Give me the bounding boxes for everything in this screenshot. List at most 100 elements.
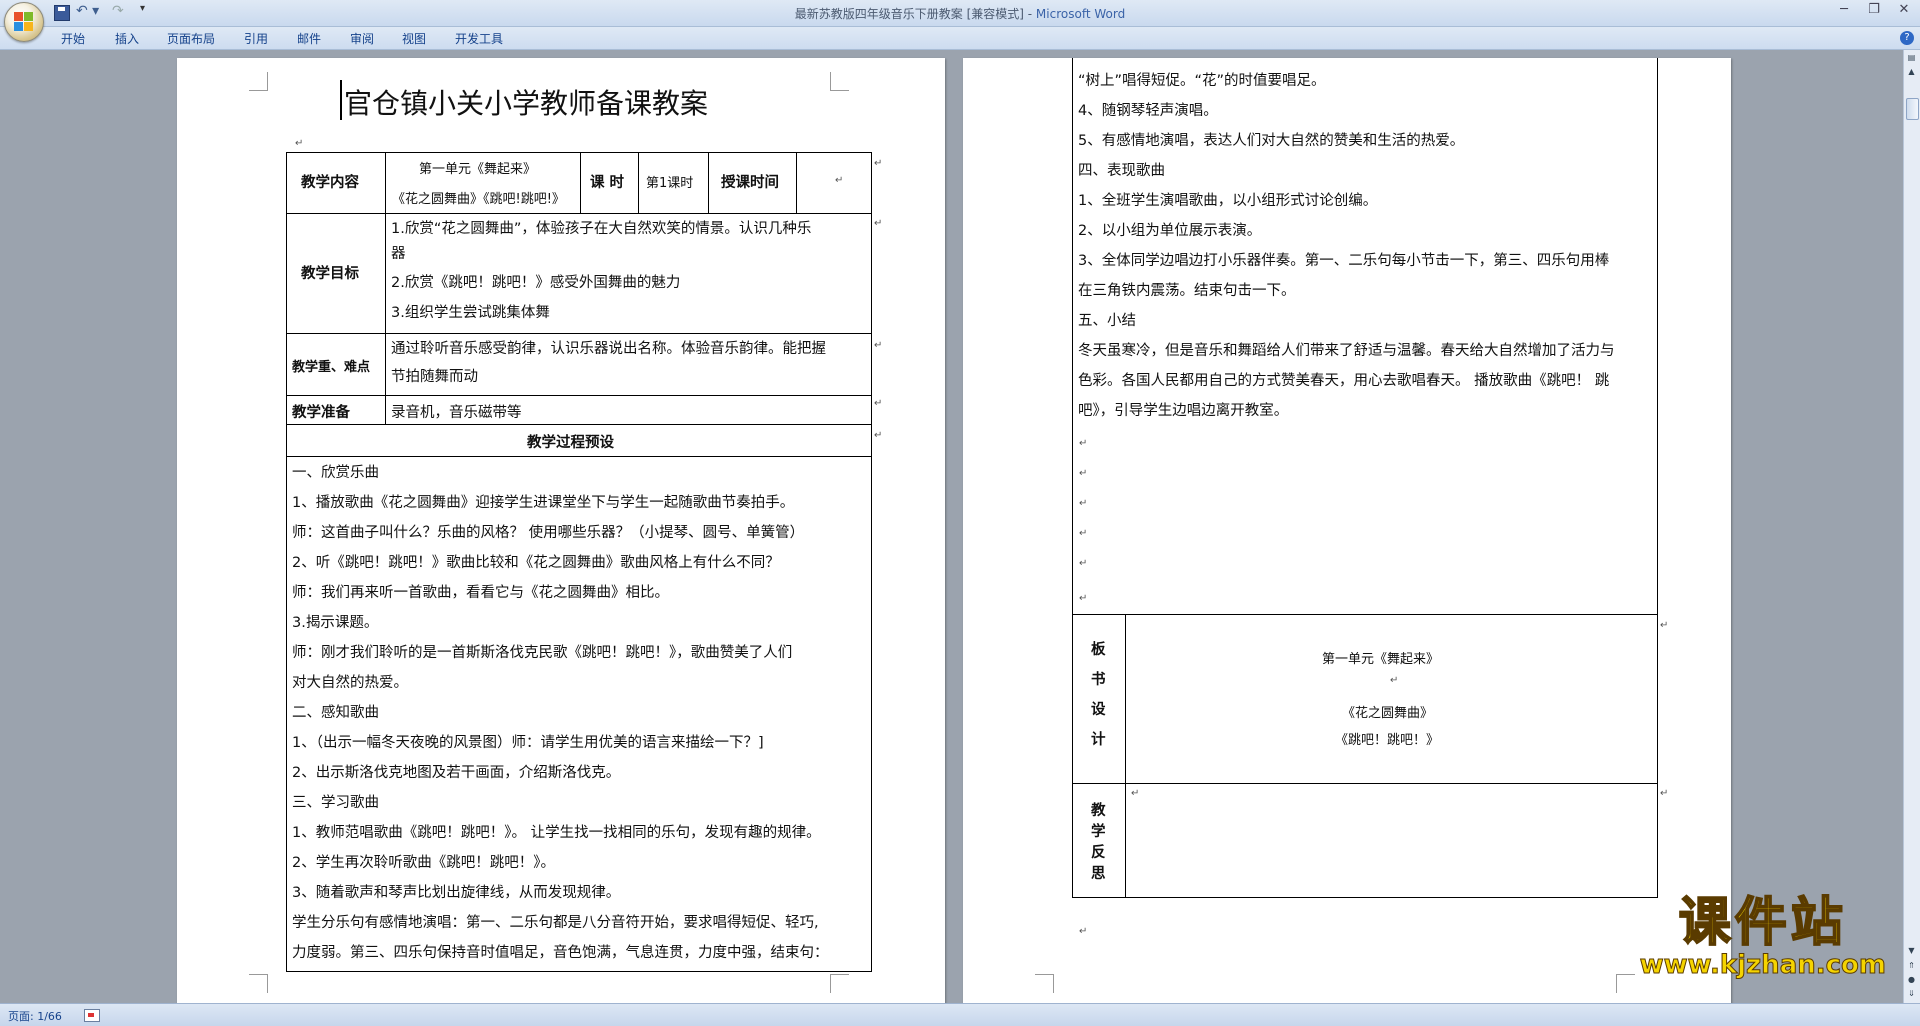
reflect-label-char: 教 bbox=[1091, 803, 1106, 819]
reflect-label-char: 思 bbox=[1091, 866, 1106, 882]
paragraph-mark: ↵ bbox=[1079, 558, 1088, 569]
tab-review[interactable]: 审阅 bbox=[350, 30, 374, 47]
process-line: 五、小结 bbox=[1078, 313, 1136, 329]
process-line: 二、感知歌曲 bbox=[292, 705, 379, 721]
restore-button[interactable]: ❐ bbox=[1860, 0, 1888, 22]
goals-label: 教学目标 bbox=[301, 266, 359, 282]
reflect-label-char: 反 bbox=[1091, 845, 1106, 861]
tab-home[interactable]: 开始 bbox=[61, 30, 85, 47]
document-page-2: “树上”唱得短促。“花”的时值要唱足。 4、随钢琴轻声演唱。 5、有感情地演唱，… bbox=[963, 58, 1731, 1003]
next-page-icon[interactable]: ⇓ bbox=[1905, 988, 1918, 1000]
process-line: 师：这首曲子叫什么？乐曲的风格？ 使用哪些乐器？（小提琴、圆号、单簧管） bbox=[292, 525, 805, 541]
process-line: 师：我们再来听一首歌曲，看看它与《花之圆舞曲》相比。 bbox=[292, 585, 669, 601]
previous-page-icon[interactable]: ⇑ bbox=[1905, 960, 1918, 972]
paragraph-mark: ↵ bbox=[874, 398, 883, 409]
office-logo-icon bbox=[14, 12, 34, 32]
process-line: 1、教师范唱歌曲《跳吧！跳吧！》。 让学生找一找相同的乐句，发现有趣的规律。 bbox=[292, 825, 821, 841]
scrollbar-thumb[interactable] bbox=[1906, 98, 1919, 120]
window-title: 最新苏教版四年级音乐下册教案 [兼容模式] - Microsoft Word bbox=[0, 5, 1920, 22]
paragraph-mark: ↵ bbox=[1660, 788, 1669, 799]
process-line: 4、随钢琴轻声演唱。 bbox=[1078, 103, 1218, 119]
ruler-toggle-icon[interactable]: ▤ bbox=[1905, 52, 1918, 64]
paragraph-mark: ↵ bbox=[1079, 498, 1088, 509]
process-line: 在三角铁内震荡。结束句击一下。 bbox=[1078, 283, 1296, 299]
tab-developer[interactable]: 开发工具 bbox=[455, 30, 503, 47]
close-button[interactable]: ✕ bbox=[1890, 0, 1918, 22]
app-name: Microsoft Word bbox=[1035, 7, 1126, 21]
key-points-line: 通过聆听音乐感受韵律，认识乐器说出名称。体验音乐韵律。能把握 bbox=[391, 341, 826, 357]
crop-mark bbox=[249, 72, 268, 91]
paragraph-mark: ↵ bbox=[874, 218, 883, 229]
crop-mark bbox=[830, 72, 849, 91]
tab-page-layout[interactable]: 页面布局 bbox=[167, 30, 215, 47]
browse-object-icon[interactable]: ● bbox=[1905, 974, 1918, 986]
process-line: 对大自然的热爱。 bbox=[292, 675, 408, 691]
process-line: 3、随着歌声和琴声比划出旋律线，从而发现规律。 bbox=[292, 885, 621, 901]
tab-view[interactable]: 视图 bbox=[402, 30, 426, 47]
process-line: 5、有感情地演唱，表达人们对大自然的赞美和生活的热爱。 bbox=[1078, 133, 1465, 149]
process-line: 冬天虽寒冷，但是音乐和舞蹈给人们带来了舒适与温馨。春天给大自然增加了活力与 bbox=[1078, 343, 1615, 359]
office-button[interactable] bbox=[4, 2, 44, 42]
process-line: 1、（出示一幅冬天夜晚的风景图）师：请学生用优美的语言来描绘一下？] bbox=[292, 735, 764, 751]
process-line: 三、学习歌曲 bbox=[292, 795, 379, 811]
paragraph-mark: ↵ bbox=[874, 340, 883, 351]
prep-value: 录音机，音乐磁带等 bbox=[391, 405, 522, 421]
paragraph-mark: ↵ bbox=[835, 175, 844, 186]
scroll-down-icon[interactable]: ▼ bbox=[1905, 945, 1918, 957]
process-line: 2、出示斯洛伐克地图及若干画面，介绍斯洛伐克。 bbox=[292, 765, 621, 781]
paragraph-mark: ↵ bbox=[1079, 528, 1088, 539]
text-cursor bbox=[340, 80, 342, 120]
status-bar: 页面: 1/66 bbox=[0, 1003, 1920, 1026]
goal-line: 1.欣赏“花之圆舞曲”，体验孩子在大自然欢笑的情景。认识几种乐 bbox=[391, 221, 812, 237]
goal-line: 2.欣赏《跳吧！跳吧！》感受外国舞曲的魅力 bbox=[391, 275, 681, 291]
process-line: 1、播放歌曲《花之圆舞曲》迎接学生进课堂坐下与学生一起随歌曲节奏拍手。 bbox=[292, 495, 795, 511]
paragraph-mark: ↵ bbox=[1079, 926, 1088, 937]
paragraph-mark: ↵ bbox=[874, 430, 883, 441]
process-line: 吧》，引导学生边唱边离开教室。 bbox=[1078, 403, 1289, 419]
watermark-url: www.kjzhan.com bbox=[1639, 950, 1886, 980]
crop-mark bbox=[830, 974, 849, 993]
scroll-up-icon[interactable]: ▲ bbox=[1905, 66, 1918, 78]
process-line: 3、全体同学边唱边打小乐器伴奏。第一、二乐句每小节击一下，第三、四乐句用棒 bbox=[1078, 253, 1610, 269]
crop-mark bbox=[1035, 974, 1054, 993]
minimize-button[interactable]: ─ bbox=[1830, 0, 1858, 22]
tab-mailings[interactable]: 邮件 bbox=[297, 30, 321, 47]
process-line: 2、以小组为单位展示表演。 bbox=[1078, 223, 1262, 239]
goal-line: 3.组织学生尝试跳集体舞 bbox=[391, 305, 550, 321]
process-line: “树上”唱得短促。“花”的时值要唱足。 bbox=[1078, 73, 1326, 89]
board-label-char: 计 bbox=[1091, 732, 1106, 748]
reflect-label-char: 学 bbox=[1091, 824, 1106, 840]
paragraph-mark: ↵ bbox=[1079, 468, 1088, 479]
prep-label: 教学准备 bbox=[292, 405, 350, 421]
hours-value: 第1课时 bbox=[646, 176, 694, 191]
board-line-1: 第一单元《舞起来》 bbox=[1322, 652, 1440, 667]
process-line: 3.揭示课题。 bbox=[292, 615, 379, 631]
paragraph-mark: ↵ bbox=[1079, 593, 1088, 604]
ribbon-tabs: 开始 插入 页面布局 引用 邮件 审阅 视图 开发工具 ? bbox=[0, 27, 1920, 50]
help-icon[interactable]: ? bbox=[1900, 31, 1914, 45]
process-title: 教学过程预设 bbox=[527, 435, 614, 451]
tab-insert[interactable]: 插入 bbox=[115, 30, 139, 47]
vertical-scrollbar[interactable]: ▤ ▲ ▼ ⇑ ● ⇓ bbox=[1903, 50, 1920, 1003]
key-points-label: 教学重、难点 bbox=[292, 360, 371, 375]
page-count[interactable]: 页面: 1/66 bbox=[8, 1008, 62, 1024]
time-label: 授课时间 bbox=[721, 175, 779, 191]
process-line: 学生分乐句有感情地演唱：第一、二乐句都是八分音符开始，要求唱得短促、轻巧, bbox=[292, 915, 819, 931]
content-line-1: 第一单元《舞起来》 bbox=[419, 162, 537, 177]
paragraph-mark: ↵ bbox=[1131, 788, 1140, 799]
tab-references[interactable]: 引用 bbox=[244, 30, 268, 47]
document-title: 最新苏教版四年级音乐下册教案 [兼容模式] - bbox=[794, 7, 1036, 21]
proofing-icon[interactable] bbox=[84, 1009, 100, 1022]
title-bar: ↶ ▾ ↷ ▾ 最新苏教版四年级音乐下册教案 [兼容模式] - Microsof… bbox=[0, 0, 1920, 27]
goal-line: 器 bbox=[391, 246, 406, 262]
document-page-1: 官仓镇小关小学教师备课教案 ↵ 教学内容 第一单元《舞起来》 《花之圆舞曲》《跳… bbox=[177, 58, 945, 1003]
process-line: 2、学生再次聆听歌曲《跳吧！跳吧！》。 bbox=[292, 855, 555, 871]
process-line: 一、欣赏乐曲 bbox=[292, 465, 379, 481]
paragraph-mark: ↵ bbox=[1079, 438, 1088, 449]
process-line: 1、全班学生演唱歌曲，以小组形式讨论创编。 bbox=[1078, 193, 1378, 209]
process-line: 师：刚才我们聆听的是一首斯斯洛伐克民歌《跳吧！跳吧！》，歌曲赞美了人们 bbox=[292, 645, 793, 661]
paragraph-mark: ↵ bbox=[295, 138, 304, 149]
document-workspace: 官仓镇小关小学教师备课教案 ↵ 教学内容 第一单元《舞起来》 《花之圆舞曲》《跳… bbox=[0, 50, 1904, 1003]
paragraph-mark: ↵ bbox=[1660, 620, 1669, 631]
board-line-2: 《花之圆舞曲》 bbox=[1342, 706, 1434, 721]
